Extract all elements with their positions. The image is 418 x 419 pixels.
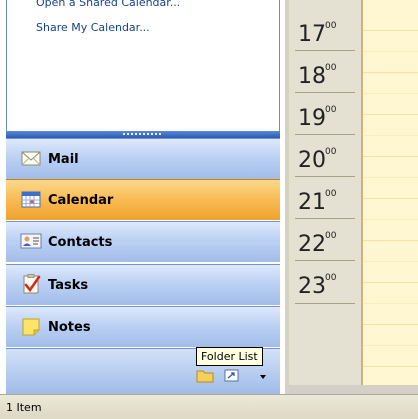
grid-row-line	[362, 303, 418, 304]
appointment-grid[interactable]	[362, 0, 418, 394]
time-ruler: 17 00 18 00 19 00 20 00 21 00 22 00 23 0…	[285, 0, 362, 394]
notes-button[interactable]: Notes	[6, 306, 280, 347]
grid-row-line	[362, 72, 418, 73]
mail-label: Mail	[48, 152, 79, 167]
configure-buttons-icon[interactable]	[258, 373, 268, 381]
grid-row-line	[362, 240, 418, 241]
calendar-icon	[21, 191, 41, 208]
share-my-calendar-link[interactable]: Share My Calendar...	[36, 16, 180, 39]
pane-border-right	[279, 0, 280, 131]
grid-row-line	[362, 156, 418, 157]
grid-row-line	[362, 114, 418, 115]
contacts-label: Contacts	[48, 235, 113, 250]
open-shared-calendar-link[interactable]: Open a Shared Calendar...	[36, 0, 180, 14]
item-count: 1 Item	[6, 401, 42, 414]
grid-row-line	[362, 135, 418, 136]
hour-label: 18	[298, 64, 326, 89]
folder-list-tooltip: Folder List	[196, 347, 263, 366]
calendar-links: Open a Shared Calendar... Share My Calen…	[36, 0, 180, 50]
hour-slot: 20 00	[295, 135, 355, 177]
minute-label: 00	[325, 147, 337, 157]
hour-slot: 19 00	[295, 93, 355, 135]
grid-row-line	[362, 51, 418, 52]
folder-list-icon[interactable]	[196, 367, 214, 383]
grid-row-line	[362, 177, 418, 178]
hour-label: 20	[298, 148, 326, 173]
grid-row-line	[362, 219, 418, 220]
sticky-note-icon	[22, 318, 40, 336]
calendar-button[interactable]: Calendar	[6, 179, 280, 220]
tasks-button[interactable]: Tasks	[6, 264, 280, 305]
pane-splitter[interactable]	[6, 131, 280, 138]
grid-row-line	[362, 366, 418, 367]
status-bar: 1 Item	[0, 394, 418, 419]
hour-slot: 22 00	[295, 219, 355, 261]
time-ruler-edge	[285, 0, 289, 394]
hour-label: 17	[298, 22, 326, 47]
checkmark-clipboard-icon	[23, 274, 41, 294]
minute-label: 00	[325, 189, 337, 199]
minute-label: 00	[325, 273, 337, 283]
hour-label: 21	[298, 190, 326, 215]
minute-label: 00	[325, 105, 337, 115]
notes-label: Notes	[48, 320, 91, 335]
grid-row-line	[362, 261, 418, 262]
shortcuts-icon[interactable]	[223, 367, 241, 383]
horizontal-gutter	[285, 385, 418, 394]
grid-row-line	[362, 324, 418, 325]
grid-row-line	[362, 345, 418, 346]
minute-label: 00	[325, 63, 337, 73]
hour-slot: 21 00	[295, 177, 355, 219]
grid-separator	[362, 0, 363, 394]
grid-row-line	[362, 93, 418, 94]
contact-card-icon	[20, 233, 42, 249]
contacts-button[interactable]: Contacts	[6, 221, 280, 262]
grid-row-line	[362, 30, 418, 31]
envelope-icon	[21, 151, 41, 166]
splitter-grip-icon	[123, 133, 163, 135]
hour-slot: 18 00	[295, 51, 355, 93]
pane-border-left	[6, 0, 7, 131]
hour-label: 22	[298, 232, 326, 257]
hour-slot: 23 00	[295, 261, 355, 304]
mail-button[interactable]: Mail	[6, 138, 280, 179]
grid-row-line	[362, 198, 418, 199]
calendar-label: Calendar	[48, 193, 114, 208]
grid-row-line	[362, 282, 418, 283]
minute-label: 00	[325, 21, 337, 31]
tasks-label: Tasks	[48, 278, 89, 293]
navigation-pane: Open a Shared Calendar... Share My Calen…	[0, 0, 285, 394]
hour-label: 23	[298, 274, 326, 299]
hour-slot: 17 00	[295, 9, 355, 51]
hour-label: 19	[298, 106, 326, 131]
minute-label: 00	[325, 231, 337, 241]
